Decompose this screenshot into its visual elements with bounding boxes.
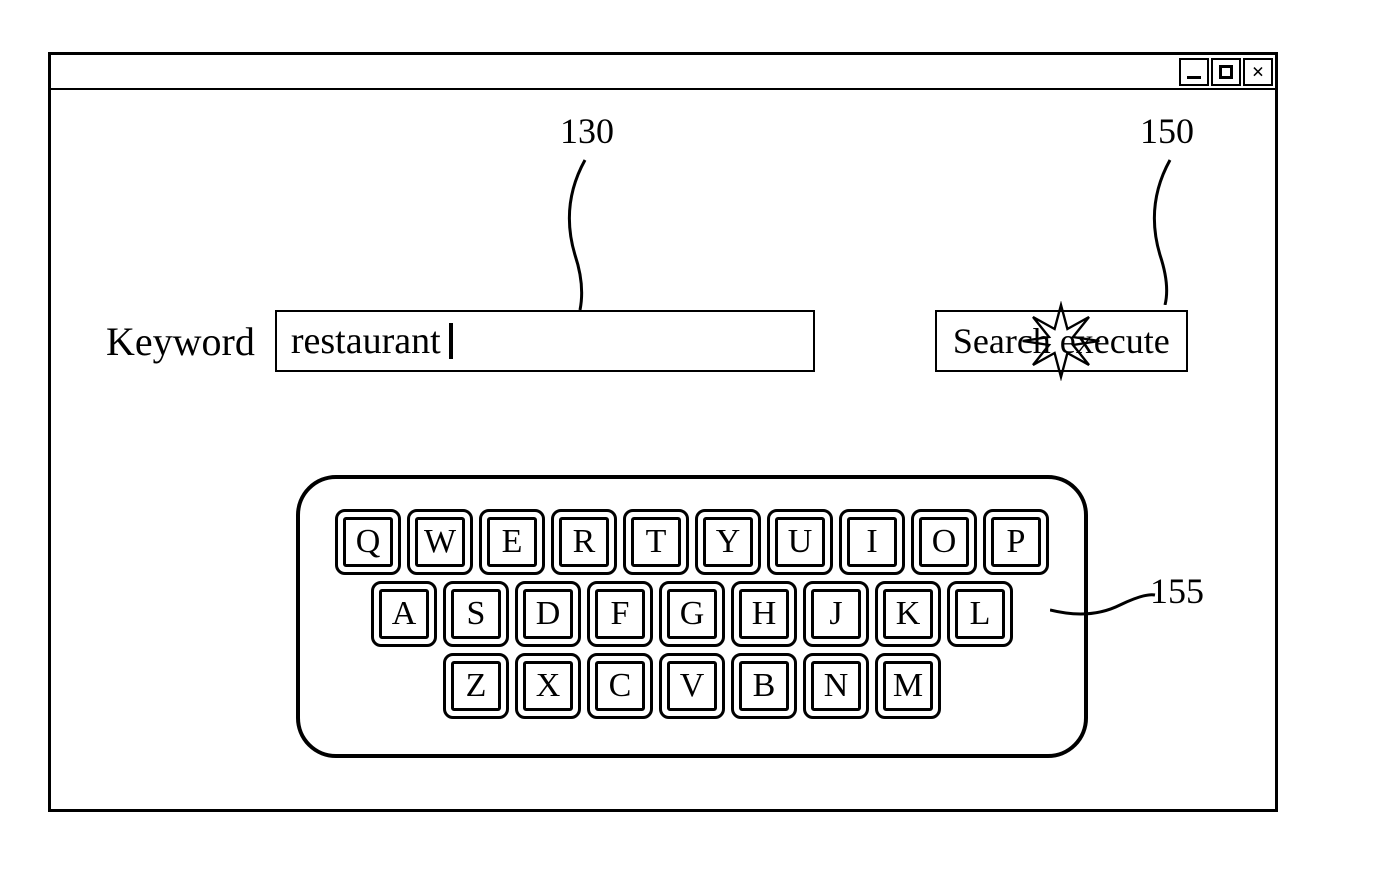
key-w[interactable]: W <box>407 509 473 575</box>
key-label: A <box>392 595 417 633</box>
key-q[interactable]: Q <box>335 509 401 575</box>
maximize-button[interactable] <box>1211 58 1241 86</box>
key-t[interactable]: T <box>623 509 689 575</box>
app-window: × Keyword restaurant Search execute Q W E R… <box>48 52 1278 812</box>
key-label: U <box>788 523 813 561</box>
key-label: M <box>893 667 923 705</box>
keyword-label: Keyword <box>106 318 255 365</box>
key-label: B <box>753 667 776 705</box>
key-label: E <box>502 523 523 561</box>
keyboard-row-3: ZXCVBNM <box>335 653 1049 719</box>
key-label: N <box>824 667 849 705</box>
key-z[interactable]: Z <box>443 653 509 719</box>
key-label: O <box>932 523 957 561</box>
key-label: X <box>536 667 561 705</box>
key-g[interactable]: G <box>659 581 725 647</box>
key-x[interactable]: X <box>515 653 581 719</box>
key-label: T <box>646 523 667 561</box>
close-button[interactable]: × <box>1243 58 1273 86</box>
key-r[interactable]: R <box>551 509 617 575</box>
keyboard-row-2: ASDFGHJKL <box>335 581 1049 647</box>
key-i[interactable]: I <box>839 509 905 575</box>
titlebar: × <box>51 55 1275 90</box>
key-label: Q <box>356 523 381 561</box>
key-label: H <box>752 595 777 633</box>
search-execute-button[interactable]: Search execute <box>935 310 1188 372</box>
text-cursor-icon <box>449 323 453 359</box>
key-m[interactable]: M <box>875 653 941 719</box>
key-c[interactable]: C <box>587 653 653 719</box>
keyboard-row-1: QWERTYUIOP <box>335 509 1049 575</box>
key-label: S <box>467 595 486 633</box>
key-label: V <box>680 667 705 705</box>
key-label: L <box>970 595 991 633</box>
key-e[interactable]: E <box>479 509 545 575</box>
search-button-label: Search execute <box>953 320 1170 362</box>
callout-label-150: 150 <box>1140 110 1194 152</box>
key-f[interactable]: F <box>587 581 653 647</box>
key-label: K <box>896 595 921 633</box>
key-label: G <box>680 595 705 633</box>
key-label: Y <box>716 523 741 561</box>
key-v[interactable]: V <box>659 653 725 719</box>
key-label: Z <box>466 667 487 705</box>
key-label: R <box>573 523 596 561</box>
key-label: D <box>536 595 561 633</box>
key-label: W <box>424 523 456 561</box>
key-l[interactable]: L <box>947 581 1013 647</box>
search-row: Keyword restaurant Search execute <box>106 310 1188 372</box>
keyword-input[interactable]: restaurant <box>275 310 815 372</box>
key-j[interactable]: J <box>803 581 869 647</box>
key-k[interactable]: K <box>875 581 941 647</box>
key-h[interactable]: H <box>731 581 797 647</box>
key-label: J <box>829 595 842 633</box>
minimize-button[interactable] <box>1179 58 1209 86</box>
key-u[interactable]: U <box>767 509 833 575</box>
key-o[interactable]: O <box>911 509 977 575</box>
keyword-value: restaurant <box>291 319 441 363</box>
key-label: C <box>609 667 632 705</box>
key-b[interactable]: B <box>731 653 797 719</box>
key-label: I <box>866 523 877 561</box>
key-n[interactable]: N <box>803 653 869 719</box>
on-screen-keyboard: Q W E R T Y U I O P A S D F G H J K L Z X C V B N M <box>296 475 1088 758</box>
key-d[interactable]: D <box>515 581 581 647</box>
callout-label-155: 155 <box>1150 570 1204 612</box>
key-y[interactable]: Y <box>695 509 761 575</box>
key-a[interactable]: A <box>371 581 437 647</box>
callout-label-130: 130 <box>560 110 614 152</box>
key-label: F <box>611 595 630 633</box>
key-label: P <box>1007 523 1026 561</box>
key-p[interactable]: P <box>983 509 1049 575</box>
key-s[interactable]: S <box>443 581 509 647</box>
